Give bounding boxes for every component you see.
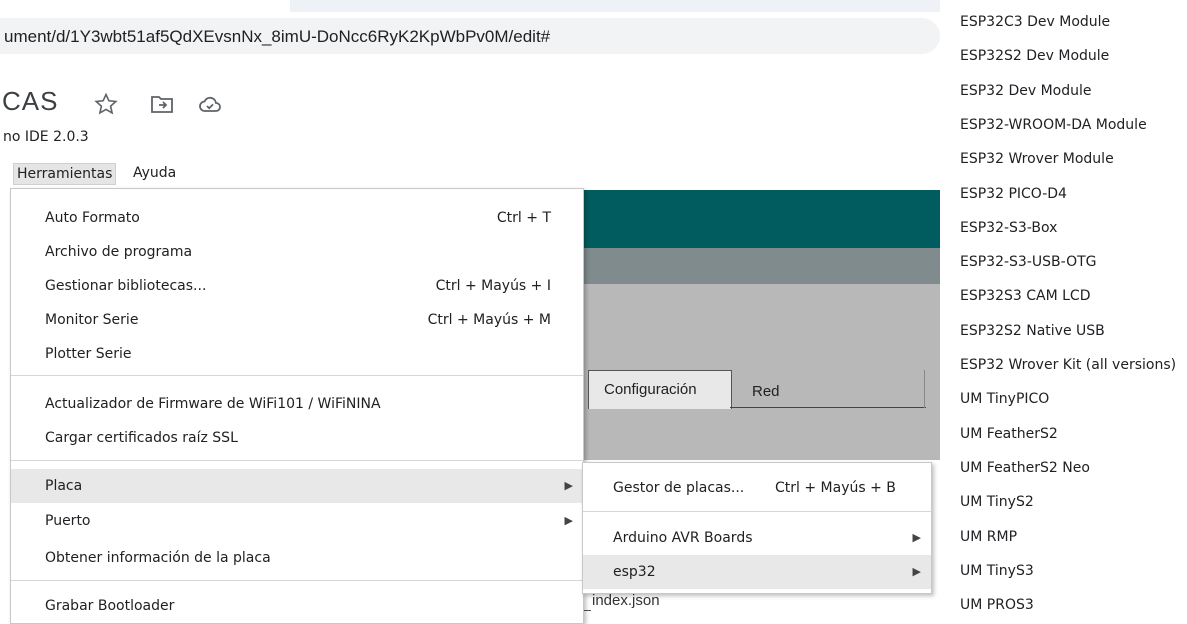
submenu-arrow-icon: ▶ bbox=[912, 531, 921, 544]
board-item[interactable]: ESP32S2 Dev Module bbox=[960, 48, 1109, 64]
shortcut-label: Ctrl + Mayús + I bbox=[435, 278, 551, 294]
shortcut-label: Ctrl + T bbox=[496, 210, 551, 226]
tab-red[interactable]: Red bbox=[752, 383, 780, 400]
menu-item-label: Archivo de programa bbox=[45, 244, 193, 260]
menu-item-monitor-serie[interactable]: Monitor Serie Ctrl + Mayús + M bbox=[11, 303, 583, 337]
browser-tabstrip bbox=[0, 0, 940, 18]
board-item[interactable]: ESP32 Wrover Module bbox=[960, 151, 1114, 167]
board-item[interactable]: UM FeatherS2 bbox=[960, 426, 1058, 442]
tabstrip-edge bbox=[290, 0, 940, 12]
shortcut-label: Ctrl + Mayús + M bbox=[427, 312, 551, 328]
board-item[interactable]: UM TinyS2 bbox=[960, 494, 1034, 510]
menu-ayuda[interactable]: Ayuda bbox=[130, 163, 179, 183]
menu-separator bbox=[11, 580, 583, 581]
menu-item-puerto[interactable]: Puerto ▶ bbox=[11, 504, 583, 538]
board-item[interactable]: UM FeatherS2 Neo bbox=[960, 460, 1090, 476]
esp32-board-list: ESP32C3 Dev Module ESP32S2 Dev Module ESP3… bbox=[940, 0, 1187, 622]
menu-item-label: Obtener información de la placa bbox=[45, 550, 271, 566]
menu-separator bbox=[583, 511, 931, 512]
tab-configuracion-label: Configuración bbox=[604, 381, 697, 398]
board-item[interactable]: UM RMP bbox=[960, 529, 1017, 545]
cloud-saved-icon[interactable] bbox=[198, 92, 222, 116]
submenu-item-gestor-placas[interactable]: Gestor de placas... Ctrl + Mayús + B bbox=[583, 471, 931, 505]
menu-item-label: esp32 bbox=[613, 564, 656, 580]
submenu-arrow-icon: ▶ bbox=[564, 514, 573, 527]
board-item[interactable]: ESP32 Wrover Kit (all versions) bbox=[960, 357, 1176, 373]
tab-divider bbox=[730, 407, 926, 408]
board-item[interactable]: UM PROS3 bbox=[960, 597, 1034, 613]
menu-item-label: Grabar Bootloader bbox=[45, 598, 175, 614]
menu-separator bbox=[11, 375, 583, 376]
menu-item-certificados-ssl[interactable]: Cargar certificados raíz SSL bbox=[11, 421, 583, 455]
menu-item-label: Gestor de placas... bbox=[613, 480, 745, 496]
menu-item-label: Placa bbox=[45, 478, 83, 494]
ide-title: no IDE 2.0.3 bbox=[3, 129, 89, 145]
shortcut-label: Ctrl + Mayús + B bbox=[775, 480, 896, 496]
board-item[interactable]: ESP32S3 CAM LCD bbox=[960, 288, 1090, 304]
menu-item-label: Auto Formato bbox=[45, 210, 140, 226]
menu-item-archivo-programa[interactable]: Archivo de programa bbox=[11, 235, 583, 269]
menu-item-placa[interactable]: Placa ▶ bbox=[11, 469, 583, 503]
placa-submenu: Gestor de placas... Ctrl + Mayús + B Ard… bbox=[582, 462, 932, 594]
herramientas-menu: Auto Formato Ctrl + T Archivo de program… bbox=[10, 188, 584, 624]
menu-item-grabar-bootloader[interactable]: Grabar Bootloader bbox=[11, 589, 583, 623]
menu-item-label: Cargar certificados raíz SSL bbox=[45, 430, 238, 446]
menu-item-label: Monitor Serie bbox=[45, 312, 139, 328]
menu-item-actualizador-firmware[interactable]: Actualizador de Firmware de WiFi101 / Wi… bbox=[11, 387, 583, 421]
submenu-arrow-icon: ▶ bbox=[912, 565, 921, 578]
ide-titlebar: no IDE 2.0.3 bbox=[0, 122, 940, 156]
submenu-arrow-icon: ▶ bbox=[564, 479, 573, 492]
board-item[interactable]: UM TinyPICO bbox=[960, 391, 1049, 407]
menu-item-label: Actualizador de Firmware de WiFi101 / Wi… bbox=[45, 396, 381, 412]
board-item[interactable]: ESP32C3 Dev Module bbox=[960, 14, 1110, 30]
move-to-folder-icon[interactable] bbox=[150, 92, 174, 116]
tab-configuracion[interactable]: Configuración bbox=[588, 370, 732, 409]
index-json-text: index.json bbox=[592, 592, 660, 609]
submenu-item-esp32[interactable]: esp32 ▶ bbox=[583, 555, 931, 589]
board-item[interactable]: ESP32 Dev Module bbox=[960, 83, 1091, 99]
board-item[interactable]: ESP32-S3-Box bbox=[960, 220, 1057, 236]
star-icon[interactable] bbox=[94, 92, 118, 116]
ide-menubar: Herramientas Ayuda bbox=[0, 158, 940, 188]
menu-separator bbox=[11, 460, 583, 461]
tab-edge bbox=[924, 370, 925, 408]
address-url[interactable]: ument/d/1Y3wbt51af5QdXEvsnNx_8imU-DoNcc6… bbox=[4, 27, 550, 47]
menu-item-label: Plotter Serie bbox=[45, 346, 132, 362]
menu-item-gestionar-bibliotecas[interactable]: Gestionar bibliotecas... Ctrl + Mayús + … bbox=[11, 269, 583, 303]
menu-item-info-placa[interactable]: Obtener información de la placa bbox=[11, 541, 583, 575]
ide-toolbar bbox=[580, 190, 940, 248]
board-item[interactable]: ESP32-S3-USB-OTG bbox=[960, 254, 1097, 270]
board-item[interactable]: ESP32S2 Native USB bbox=[960, 323, 1105, 339]
document-title[interactable]: CAS bbox=[2, 86, 58, 117]
submenu-item-arduino-avr[interactable]: Arduino AVR Boards ▶ bbox=[583, 521, 931, 555]
board-item[interactable]: ESP32 PICO-D4 bbox=[960, 186, 1067, 202]
menu-item-label: Puerto bbox=[45, 513, 91, 529]
ide-header-bar bbox=[580, 248, 940, 284]
board-item[interactable]: UM TinyS3 bbox=[960, 563, 1034, 579]
menu-item-auto-formato[interactable]: Auto Formato Ctrl + T bbox=[11, 201, 583, 235]
menu-item-label: Arduino AVR Boards bbox=[613, 530, 753, 546]
board-item[interactable]: ESP32-WROOM-DA Module bbox=[960, 117, 1147, 133]
menu-item-plotter-serie[interactable]: Plotter Serie bbox=[11, 337, 583, 371]
menu-item-label: Gestionar bibliotecas... bbox=[45, 278, 207, 294]
menu-herramientas[interactable]: Herramientas bbox=[13, 163, 117, 185]
